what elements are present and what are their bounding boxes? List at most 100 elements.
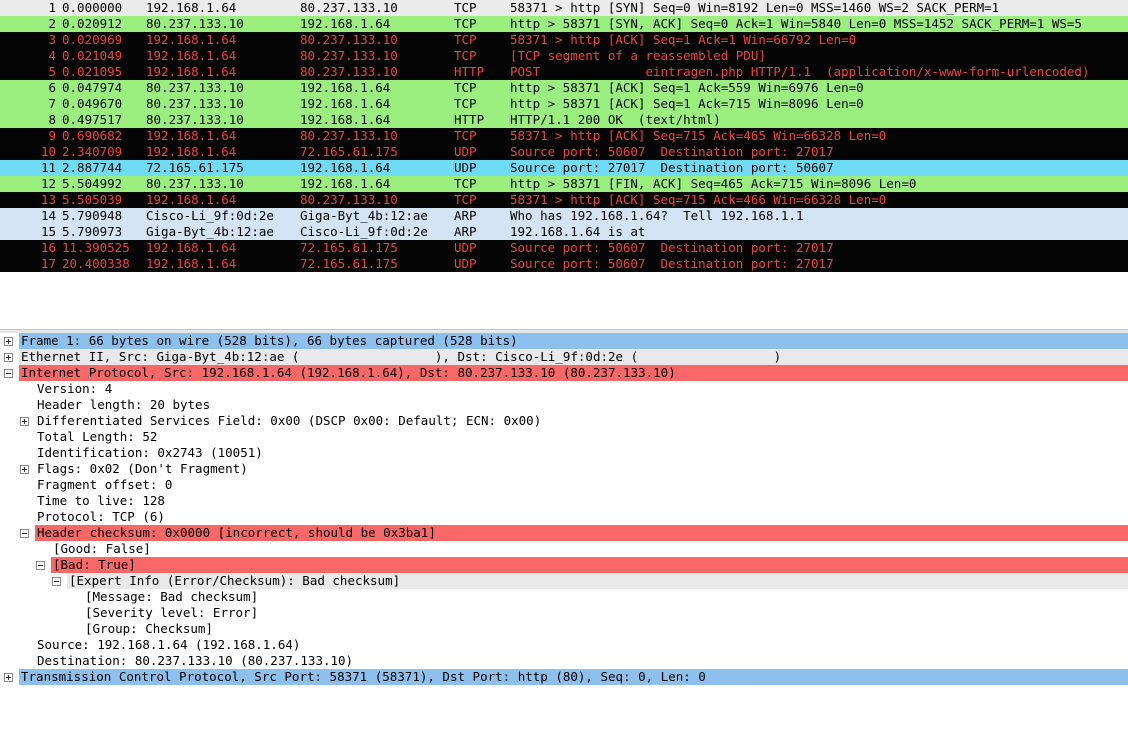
expand-icon[interactable] [20, 417, 29, 426]
expert-message[interactable]: [Message: Bad checksum] [0, 589, 1128, 605]
packet-time: 0.497517 [62, 112, 123, 127]
packet-source: 80.237.133.10 [146, 16, 244, 31]
packet-number: 4 [48, 48, 56, 63]
packet-row[interactable]: 4 0.021049 192.168.1.64 80.237.133.10 TCP [TC… [0, 48, 1128, 64]
expert-info-node[interactable]: [Expert Info (Error/Checksum): Bad check… [0, 573, 1128, 589]
packet-row[interactable]: 9 0.690682 192.168.1.64 80.237.133.10 TCP 583… [0, 128, 1128, 144]
collapse-icon[interactable] [4, 369, 13, 378]
packet-source: 192.168.1.64 [146, 256, 237, 271]
packet-row[interactable]: 7 0.049670 80.237.133.10 192.168.1.64 TCP htt… [0, 96, 1128, 112]
ip-node[interactable]: Internet Protocol, Src: 192.168.1.64 (19… [0, 365, 1128, 381]
packet-time: 5.790973 [62, 224, 123, 239]
packet-row[interactable]: 11 2.887744 72.165.61.175 192.168.1.64 UDP So… [0, 160, 1128, 176]
packet-row[interactable]: 1 0.000000 192.168.1.64 80.237.133.10 TCP 583… [0, 0, 1128, 16]
packet-info: HTTP/1.1 200 OK (text/html) [510, 112, 721, 127]
detail-label: Frame 1: 66 bytes on wire (528 bits), 66… [19, 333, 1128, 349]
packet-destination: 80.237.133.10 [300, 192, 398, 207]
ip-destination[interactable]: Destination: 80.237.133.10 (80.237.133.1… [0, 653, 1128, 669]
packet-row[interactable]: 16 11.390525 192.168.1.64 72.165.61.175 UDP S… [0, 240, 1128, 256]
packet-destination: 192.168.1.64 [300, 80, 391, 95]
packet-time: 2.887744 [62, 160, 123, 175]
packet-row[interactable]: 14 5.790948 Cisco-Li_9f:0d:2e Giga-Byt_4b:1… [0, 208, 1128, 224]
packet-row[interactable]: 15 5.790973 Giga-Byt_4b:12:ae Cisco-Li_9f:0… [0, 224, 1128, 240]
packet-row[interactable]: 10 2.340709 192.168.1.64 72.165.61.175 UDP So… [0, 144, 1128, 160]
detail-label: [Expert Info (Error/Checksum): Bad check… [67, 573, 1128, 589]
packet-number: 16 [40, 240, 56, 255]
ip-dsfield-node[interactable]: Differentiated Services Field: 0x00 (DSC… [0, 413, 1128, 429]
packet-row[interactable]: 12 5.504992 80.237.133.10 192.168.1.64 TCP ht… [0, 176, 1128, 192]
packet-destination: 80.237.133.10 [300, 32, 398, 47]
packet-time: 5.505039 [62, 192, 123, 207]
detail-label: Source: 192.168.1.64 (192.168.1.64) [37, 637, 301, 652]
packet-info: Source port: 27017 Destination port: 506… [510, 160, 834, 175]
ip-identification[interactable]: Identification: 0x2743 (10051) [0, 445, 1128, 461]
packet-time: 5.504992 [62, 176, 123, 191]
packet-source: 80.237.133.10 [146, 112, 244, 127]
packet-time: 5.790948 [62, 208, 123, 223]
packet-row[interactable]: 2 0.020912 80.237.133.10 192.168.1.64 TCP htt… [0, 16, 1128, 32]
packet-info: Source port: 50607 Destination port: 270… [510, 240, 834, 255]
expand-icon[interactable] [4, 337, 13, 346]
packet-info: Source port: 50607 Destination port: 270… [510, 256, 834, 271]
tcp-node[interactable]: Transmission Control Protocol, Src Port:… [0, 669, 1128, 685]
ip-flags-node[interactable]: Flags: 0x02 (Don't Fragment) [0, 461, 1128, 477]
packet-row[interactable]: 6 0.047974 80.237.133.10 192.168.1.64 TCP htt… [0, 80, 1128, 96]
packet-list: 1 0.000000 192.168.1.64 80.237.133.10 TCP 583… [0, 0, 1128, 272]
packet-source: 192.168.1.64 [146, 144, 237, 159]
collapse-icon[interactable] [36, 561, 45, 570]
packet-number: 17 [40, 256, 56, 271]
ip-fragment-offset[interactable]: Fragment offset: 0 [0, 477, 1128, 493]
detail-label: Transmission Control Protocol, Src Port:… [19, 669, 1128, 685]
collapse-icon[interactable] [20, 529, 29, 538]
packet-info: Who has 192.168.1.64? Tell 192.168.1.1 [510, 208, 804, 223]
packet-number: 12 [40, 176, 56, 191]
packet-number: 2 [48, 16, 56, 31]
expand-icon[interactable] [4, 673, 13, 682]
packet-protocol: TCP [454, 16, 477, 31]
expand-icon[interactable] [4, 353, 13, 362]
packet-info: 58371 > http [ACK] Seq=715 Ack=466 Win=6… [510, 192, 887, 207]
packet-row[interactable]: 17 20.400338 192.168.1.64 72.165.61.175 UDP S… [0, 256, 1128, 272]
packet-source: 72.165.61.175 [146, 160, 244, 175]
packet-number: 11 [40, 160, 56, 175]
packet-protocol: TCP [454, 176, 477, 191]
ip-checksum-node[interactable]: Header checksum: 0x0000 [incorrect, shou… [0, 525, 1128, 541]
ip-header-length[interactable]: Header length: 20 bytes [0, 397, 1128, 413]
packet-protocol: TCP [454, 48, 477, 63]
packet-row[interactable]: 8 0.497517 80.237.133.10 192.168.1.64 HTTP HT… [0, 112, 1128, 128]
ip-version[interactable]: Version: 4 [0, 381, 1128, 397]
packet-source: 192.168.1.64 [146, 32, 237, 47]
detail-label: Destination: 80.237.133.10 (80.237.133.1… [37, 653, 354, 668]
packet-source: 192.168.1.64 [146, 192, 237, 207]
detail-label: Identification: 0x2743 (10051) [37, 445, 263, 460]
packet-row[interactable]: 5 0.021095 192.168.1.64 80.237.133.10 HTTP PO… [0, 64, 1128, 80]
checksum-good[interactable]: [Good: False] [0, 541, 1128, 557]
packet-row[interactable]: 13 5.505039 192.168.1.64 80.237.133.10 TCP 58… [0, 192, 1128, 208]
ip-ttl[interactable]: Time to live: 128 [0, 493, 1128, 509]
detail-label: Fragment offset: 0 [37, 477, 173, 492]
packet-row[interactable]: 3 0.020969 192.168.1.64 80.237.133.10 TCP 583… [0, 32, 1128, 48]
detail-label: [Good: False] [53, 541, 151, 556]
packet-destination: 72.165.61.175 [300, 240, 398, 255]
packet-time: 0.049670 [62, 96, 123, 111]
packet-number: 6 [48, 80, 56, 95]
checksum-bad-node[interactable]: [Bad: True] [0, 557, 1128, 573]
frame-node[interactable]: Frame 1: 66 bytes on wire (528 bits), 66… [0, 333, 1128, 349]
expert-severity[interactable]: [Severity level: Error] [0, 605, 1128, 621]
packet-number: 14 [40, 208, 56, 223]
detail-label: Version: 4 [37, 381, 113, 396]
ip-total-length[interactable]: Total Length: 52 [0, 429, 1128, 445]
ethernet-node[interactable]: Ethernet II, Src: Giga-Byt_4b:12:ae ( ),… [0, 349, 1128, 365]
detail-label: Internet Protocol, Src: 192.168.1.64 (19… [19, 365, 1128, 381]
detail-label: Protocol: TCP (6) [37, 509, 165, 524]
detail-label: Flags: 0x02 (Don't Fragment) [37, 461, 248, 476]
collapse-icon[interactable] [52, 577, 61, 586]
packet-time: 20.400338 [62, 256, 130, 271]
packet-details-tree: Frame 1: 66 bytes on wire (528 bits), 66… [0, 333, 1128, 685]
ip-source[interactable]: Source: 192.168.1.64 (192.168.1.64) [0, 637, 1128, 653]
ip-protocol[interactable]: Protocol: TCP (6) [0, 509, 1128, 525]
expand-icon[interactable] [20, 465, 29, 474]
detail-label: [Bad: True] [51, 557, 1128, 573]
packet-protocol: TCP [454, 96, 477, 111]
expert-group[interactable]: [Group: Checksum] [0, 621, 1128, 637]
